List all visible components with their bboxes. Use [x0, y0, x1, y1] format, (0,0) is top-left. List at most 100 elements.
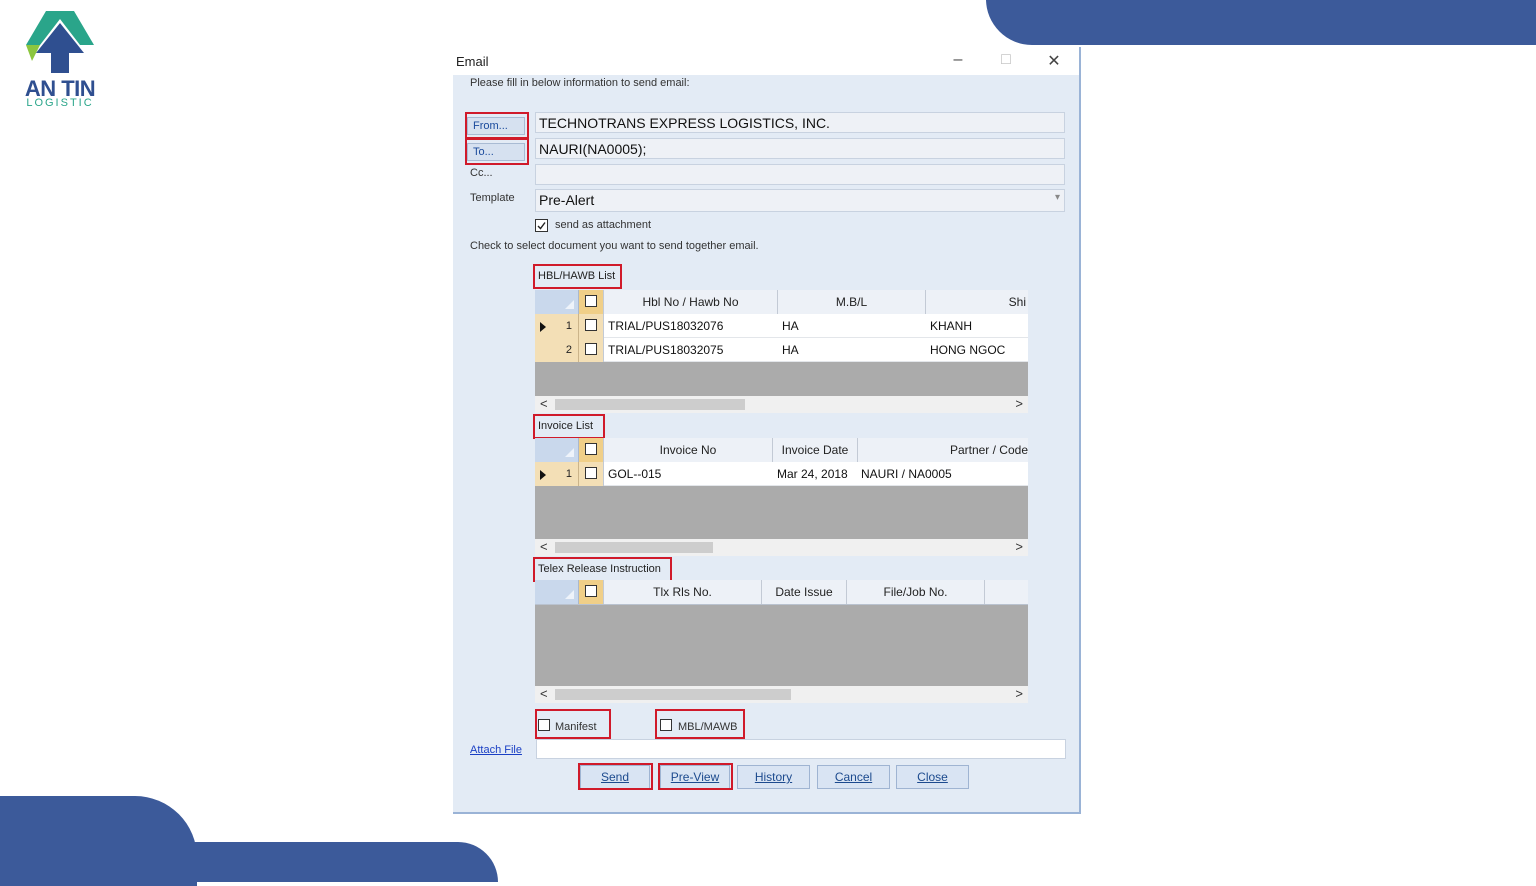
highlight-preview	[658, 763, 733, 790]
close-button[interactable]: Close	[896, 765, 969, 789]
invoice-grid: Invoice No Invoice Date Partner / Code 1…	[535, 438, 1028, 539]
telex-select-all-checkbox[interactable]	[585, 585, 597, 597]
template-value: Pre-Alert	[539, 192, 595, 208]
cc-field[interactable]	[535, 164, 1065, 185]
title-bar: Email – □ ✕	[453, 47, 1079, 75]
grid-corner	[535, 580, 579, 604]
chevron-down-icon[interactable]: ▾	[1055, 192, 1060, 203]
cell-mbl: HA	[782, 319, 799, 333]
telex-grid-header: Tlx Rls No. Date Issue File/Job No.	[535, 580, 1028, 605]
cc-button[interactable]: Cc...	[470, 167, 493, 179]
decor-top-right-band	[986, 0, 1536, 45]
col-invoice-date[interactable]: Invoice Date	[773, 438, 858, 462]
minimize-button[interactable]: –	[947, 51, 969, 69]
col-file-job-no[interactable]: File/Job No.	[847, 580, 985, 604]
row-number: 1	[565, 468, 572, 480]
col-shipper[interactable]: Shi	[926, 290, 1028, 314]
current-row-arrow-icon	[540, 470, 546, 480]
col-tlx-rls-no[interactable]: Tlx Rls No.	[604, 580, 762, 604]
row-number: 2	[565, 344, 572, 356]
telex-grid: Tlx Rls No. Date Issue File/Job No.	[535, 580, 1028, 686]
decor-bottom-left-band	[0, 796, 197, 886]
scroll-left-icon[interactable]: <	[540, 396, 548, 411]
highlight-from	[465, 112, 529, 139]
history-button[interactable]: History	[737, 765, 810, 789]
highlight-hbl-list	[533, 264, 622, 289]
checkmark-icon	[537, 222, 546, 230]
scroll-right-icon[interactable]: >	[1015, 539, 1023, 554]
scroll-right-icon[interactable]: >	[1015, 686, 1023, 701]
cell-hbl-no: TRIAL/PUS18032076	[608, 319, 724, 333]
cell-invoice-date: Mar 24, 2018	[777, 467, 848, 481]
scroll-thumb[interactable]	[555, 542, 713, 553]
col-partner-code[interactable]: Partner / Code	[858, 438, 1028, 462]
cell-shipper: HONG NGOC	[930, 343, 1006, 357]
row-checkbox[interactable]	[585, 343, 597, 355]
scroll-left-icon[interactable]: <	[540, 686, 548, 701]
grid-corner	[535, 290, 579, 314]
col-date-issue[interactable]: Date Issue	[762, 580, 847, 604]
hbl-select-all-cell[interactable]	[579, 290, 604, 314]
row-number: 1	[565, 320, 572, 332]
current-row-arrow-icon	[540, 322, 546, 332]
mbl-mawb-checkbox[interactable]	[660, 719, 672, 731]
row-select-cell[interactable]	[579, 462, 604, 486]
scroll-thumb[interactable]	[555, 689, 791, 700]
window-title: Email	[456, 54, 489, 69]
attach-file-field[interactable]	[536, 739, 1066, 759]
send-as-attachment-checkbox[interactable]	[535, 219, 548, 232]
hbl-select-all-checkbox[interactable]	[585, 295, 597, 307]
table-row[interactable]: 1 TRIAL/PUS18032076 HA KHANH	[535, 314, 1028, 338]
col-invoice-no[interactable]: Invoice No	[604, 438, 773, 462]
hbl-grid-header: Hbl No / Hawb No M.B/L Shi	[535, 290, 1028, 315]
mbl-mawb-label: MBL/MAWB	[678, 721, 738, 733]
email-dialog: Email – □ ✕ Please fill in below informa…	[453, 47, 1081, 814]
invoice-grid-header: Invoice No Invoice Date Partner / Code	[535, 438, 1028, 463]
maximize-button[interactable]: □	[995, 51, 1017, 69]
manifest-checkbox[interactable]	[538, 719, 550, 731]
attach-file-link[interactable]: Attach File	[470, 744, 522, 756]
invoice-select-all-cell[interactable]	[579, 438, 604, 462]
highlight-to	[465, 138, 529, 165]
table-row[interactable]: 2 TRIAL/PUS18032075 HA HONG NGOC	[535, 338, 1028, 362]
highlight-telex-release	[533, 557, 672, 582]
row-checkbox[interactable]	[585, 319, 597, 331]
scroll-right-icon[interactable]: >	[1015, 396, 1023, 411]
col-hbl-no[interactable]: Hbl No / Hawb No	[604, 290, 778, 314]
cell-hbl-no: TRIAL/PUS18032075	[608, 343, 724, 357]
row-header[interactable]: 1	[535, 314, 579, 338]
table-row[interactable]: 1 GOL--015 Mar 24, 2018 NAURI / NA0005	[535, 462, 1028, 486]
close-window-button[interactable]: ✕	[1043, 51, 1065, 71]
scroll-left-icon[interactable]: <	[540, 539, 548, 554]
scroll-thumb[interactable]	[555, 399, 745, 410]
manifest-label: Manifest	[555, 721, 597, 733]
template-label: Template	[470, 192, 515, 204]
check-instruction-text: Check to select document you want to sen…	[470, 240, 759, 252]
row-select-cell[interactable]	[579, 338, 604, 362]
an-tin-logo-icon	[26, 11, 94, 73]
row-header[interactable]: 2	[535, 338, 579, 362]
from-field[interactable]: TECHNOTRANS EXPRESS LOGISTICS, INC.	[535, 112, 1065, 133]
highlight-invoice-list	[533, 414, 605, 439]
hbl-horizontal-scrollbar[interactable]: < >	[535, 396, 1028, 413]
hbl-grid: Hbl No / Hawb No M.B/L Shi 1 TRIAL/PUS18…	[535, 290, 1028, 396]
to-field[interactable]: NAURI(NA0005);	[535, 138, 1065, 159]
invoice-horizontal-scrollbar[interactable]: < >	[535, 539, 1028, 556]
row-header[interactable]: 1	[535, 462, 579, 486]
highlight-send	[578, 763, 653, 790]
invoice-select-all-checkbox[interactable]	[585, 443, 597, 455]
brand-tagline: LOGISTIC	[26, 97, 94, 109]
send-as-attachment-label: send as attachment	[555, 219, 652, 231]
cell-partner-code: NAURI / NA0005	[861, 467, 952, 481]
telex-horizontal-scrollbar[interactable]: < >	[535, 686, 1028, 703]
cell-mbl: HA	[782, 343, 799, 357]
col-mbl[interactable]: M.B/L	[778, 290, 926, 314]
telex-select-all-cell[interactable]	[579, 580, 604, 604]
row-checkbox[interactable]	[585, 467, 597, 479]
cell-invoice-no: GOL--015	[608, 467, 662, 481]
cancel-button[interactable]: Cancel	[817, 765, 890, 789]
grid-corner	[535, 438, 579, 462]
row-select-cell[interactable]	[579, 314, 604, 338]
template-select[interactable]: Pre-Alert ▾	[535, 189, 1065, 212]
col-empty	[985, 580, 1028, 604]
